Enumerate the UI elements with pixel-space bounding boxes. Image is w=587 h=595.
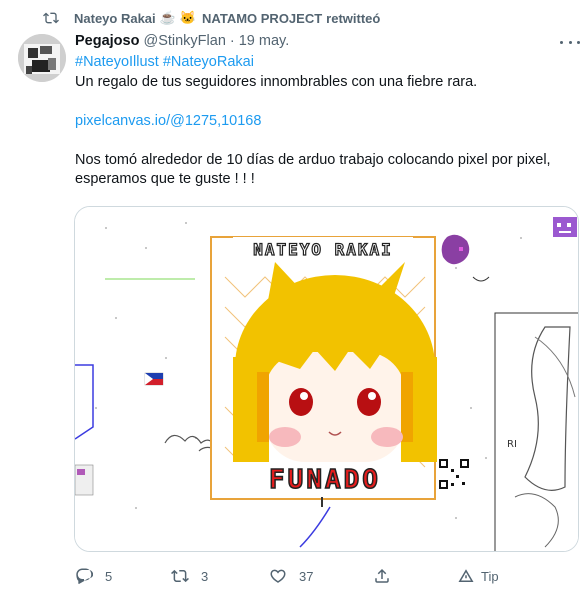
separator-dot: · [229,33,235,49]
pixelcanvas-link[interactable]: pixelcanvas.io/@1275,10168 [75,113,261,129]
tip-label: Tip [481,568,499,584]
tweet-date[interactable]: 19 may. [239,33,290,49]
cat-emoji: 🐱 [179,10,197,25]
tweet-actions: 5 3 37 Tip [75,566,545,586]
reply-count: 5 [105,568,113,584]
like-count: 37 [299,568,314,584]
like-button[interactable]: 37 [269,566,313,586]
tweet-text: #NateyoIllust #NateyoRakai Un regalo de … [75,53,575,190]
retweeter-name[interactable]: Nateyo Rakai [74,11,156,26]
author-handle[interactable]: @StinkyFlan [143,33,225,49]
hashtag-link[interactable]: #NateyoRakai [163,54,254,70]
bottom-text: FUNADO [269,465,381,495]
side-text: RI [507,439,517,450]
heart-icon [270,569,286,583]
tweet-line: esperamos que te guste ! ! ! [75,171,255,187]
retweeter-project[interactable]: NATAMO PROJECT [202,11,322,26]
tweet-line: Nos tomó alrededor de 10 días de arduo t… [75,151,551,168]
tip-button[interactable]: Tip [457,566,499,586]
avatar[interactable] [18,34,66,82]
retweet-button[interactable]: 3 [171,566,208,586]
share-button[interactable] [373,566,391,586]
banner-text: NATEYO RAKAI [253,240,393,259]
hashtag-link[interactable]: #NateyoIllust [75,54,159,70]
retweet-count: 3 [201,568,209,584]
coffee-emoji: ☕ [159,10,176,25]
retweet-context[interactable]: Nateyo Rakai ☕ 🐱 NATAMO PROJECT retwitte… [42,9,380,27]
more-options-icon[interactable] [560,34,580,50]
retweet-icon [42,10,60,26]
reply-icon [76,568,93,584]
tweet-media-image[interactable]: NATEYO RAKAI FUNADO RI [74,206,579,552]
retweet-action-icon [171,569,189,583]
share-icon [375,568,389,583]
qr-code-icon [437,457,471,491]
tweet-header: Pegajoso @StinkyFlan · 19 may. [75,32,289,50]
author-name[interactable]: Pegajoso [75,33,139,49]
tweet-line: Un regalo de tus seguidores innombrables… [75,73,478,90]
reply-button[interactable]: 5 [75,566,112,586]
retweet-suffix: retwitteó [326,10,381,26]
tip-icon [458,569,474,582]
